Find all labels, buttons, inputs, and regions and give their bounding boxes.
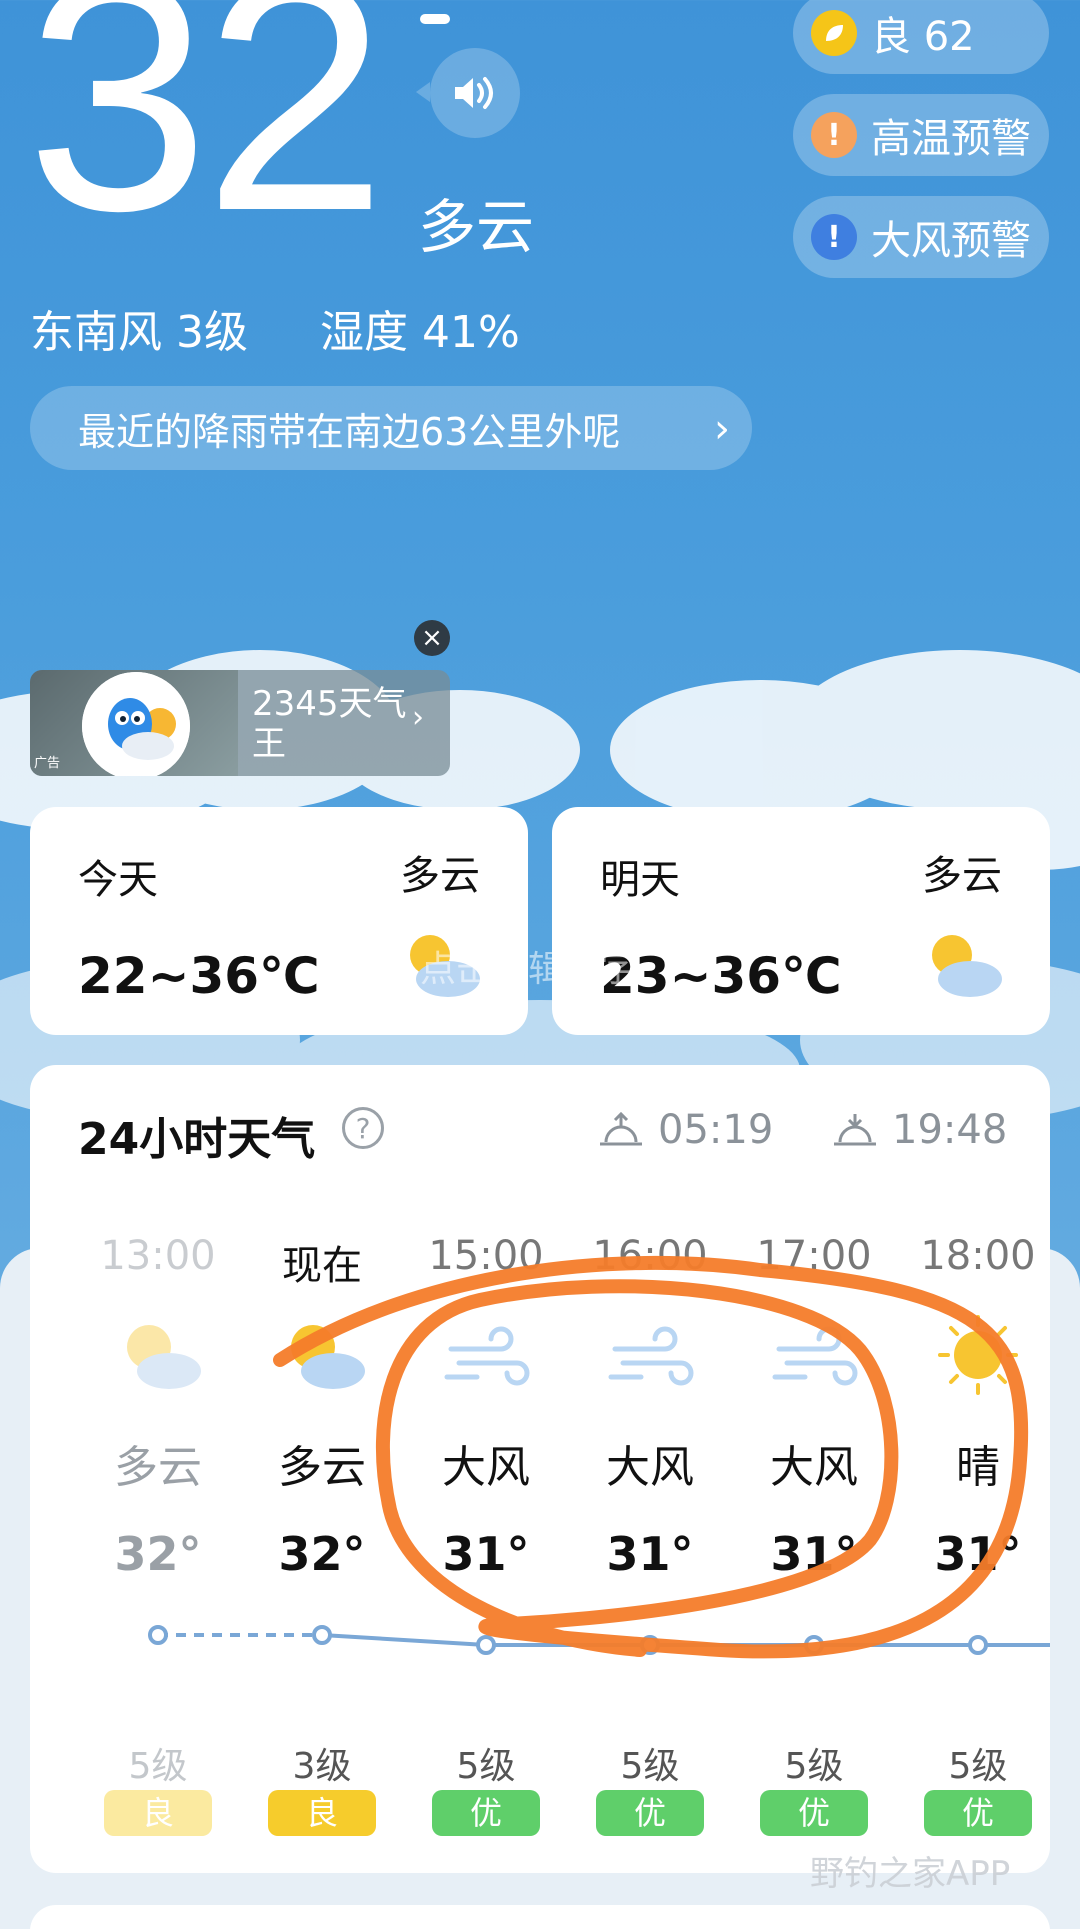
air-quality-badge[interactable]: 良 62 xyxy=(793,0,1049,74)
air-quality-chip: 优 xyxy=(596,1790,704,1836)
sunrise-icon xyxy=(600,1112,642,1146)
hour-temperature: 32° xyxy=(114,1527,202,1581)
wind-warning-badge[interactable]: ! 大风预警 xyxy=(793,196,1049,278)
hour-wind-level: 5级 xyxy=(456,1746,516,1787)
today-range: 22~36℃ xyxy=(78,947,320,1005)
edit-text-watermark: 点击编辑文字 xyxy=(420,949,637,990)
hour-condition: 大风 xyxy=(770,1442,858,1493)
hour-wind-level: 3级 xyxy=(292,1746,352,1787)
temperature-point xyxy=(312,1625,332,1645)
hour-time: 17:00 xyxy=(756,1233,872,1279)
today-condition: 多云 xyxy=(400,853,480,899)
wind-icon xyxy=(568,1315,732,1395)
temperature-point xyxy=(476,1635,496,1655)
air-quality-chip: 优 xyxy=(924,1790,1032,1836)
speaker-button[interactable] xyxy=(416,48,520,138)
hourly-forecast-card: 24小时天气 ? 05:19 19:48 13:00 多云 32° 5级良现在 多云 32… xyxy=(30,1065,1050,1873)
hour-wind-level: 5级 xyxy=(620,1746,680,1787)
hour-temperature: 31° xyxy=(606,1527,694,1581)
sunset: 19:48 xyxy=(832,1107,1007,1153)
current-temperature: 32 xyxy=(26,0,387,279)
sunrise: 05:19 xyxy=(598,1107,773,1153)
degree-symbol xyxy=(420,14,450,24)
current-condition: 多云 xyxy=(418,193,535,261)
high-temp-warning-label: 高温预警 xyxy=(871,116,1031,162)
wind-text: 东南风 3级 xyxy=(30,307,248,358)
temperature-line xyxy=(321,1633,1050,1647)
chevron-right-icon: › xyxy=(714,406,730,452)
hour-condition: 大风 xyxy=(606,1442,694,1493)
leaf-icon xyxy=(811,10,857,56)
chevron-right-icon: › xyxy=(412,700,424,735)
tomorrow-range: 23~36℃ xyxy=(600,947,842,1005)
temperature-point xyxy=(968,1635,988,1655)
sunset-time: 19:48 xyxy=(892,1107,1008,1153)
hour-wind-level: 5级 xyxy=(948,1746,1008,1787)
today-label: 今天 xyxy=(78,857,158,903)
sunset-icon xyxy=(834,1114,876,1146)
hour-condition: 多云 xyxy=(114,1442,202,1493)
hour-condition: 多云 xyxy=(278,1442,366,1493)
sun-icon xyxy=(896,1315,1060,1395)
app-watermark: 野钓之家APP xyxy=(810,1854,1011,1894)
hour-time: 13:00 xyxy=(100,1233,216,1279)
high-temp-warning-badge[interactable]: ! 高温预警 xyxy=(793,94,1049,176)
wind-icon xyxy=(732,1315,896,1395)
ad-close-button[interactable]: × xyxy=(414,620,450,656)
rain-notice-text: 最近的降雨带在南边63公里外呢 xyxy=(78,409,621,454)
hour-temperature: 32° xyxy=(278,1527,366,1581)
ad-tag: 广告 xyxy=(34,756,61,771)
wind-humidity-row: 东南风 3级 湿度 41% xyxy=(30,296,578,360)
rain-notice-button[interactable]: 最近的降雨带在南边63公里外呢 › xyxy=(30,386,752,470)
air-quality-chip: 良 xyxy=(268,1790,376,1836)
wind-icon xyxy=(404,1315,568,1395)
temperature-point xyxy=(640,1635,660,1655)
help-icon[interactable]: ? xyxy=(342,1107,384,1149)
hour-wind-level: 5级 xyxy=(128,1746,188,1787)
wind-warning-label: 大风预警 xyxy=(871,218,1031,264)
speaker-icon xyxy=(455,77,493,109)
hour-temperature: 31° xyxy=(770,1527,858,1581)
ad-title: 2345天气王 xyxy=(252,684,407,764)
partly-cloudy-icon xyxy=(932,935,1002,997)
today-card[interactable]: 今天 多云 22~36℃ xyxy=(30,807,528,1035)
exclamation-icon: ! xyxy=(811,112,857,158)
temperature-point xyxy=(804,1635,824,1655)
hour-time: 15:00 xyxy=(428,1233,544,1279)
ad-logo xyxy=(82,672,190,776)
temperature-point xyxy=(148,1625,168,1645)
air-quality-chip: 良 xyxy=(104,1790,212,1836)
sunrise-time: 05:19 xyxy=(658,1107,774,1153)
ad-banner[interactable]: 广告 2345天气王 › xyxy=(30,670,450,776)
tomorrow-label: 明天 xyxy=(600,857,680,903)
partly-cloudy-icon xyxy=(76,1315,240,1395)
hourly-title: 24小时天气 xyxy=(78,1114,316,1165)
humidity-text: 湿度 41% xyxy=(319,307,520,358)
air-quality-label: 良 62 xyxy=(871,14,975,60)
partly-cloudy-icon xyxy=(240,1315,404,1395)
hour-wind-level: 5级 xyxy=(784,1746,844,1787)
tomorrow-card[interactable]: 明天 多云 23~36℃ xyxy=(552,807,1050,1035)
hour-time: 现在 xyxy=(282,1243,362,1289)
hour-condition: 晴 xyxy=(956,1442,1000,1493)
air-quality-chip: 优 xyxy=(760,1790,868,1836)
hour-condition: 大风 xyxy=(442,1442,530,1493)
hour-temperature: 31° xyxy=(442,1527,530,1581)
next-card xyxy=(30,1905,1050,1929)
hour-time: 18:00 xyxy=(920,1233,1036,1279)
hour-time: 16:00 xyxy=(592,1233,708,1279)
tomorrow-condition: 多云 xyxy=(922,853,1002,899)
exclamation-icon: ! xyxy=(811,214,857,260)
hour-temperature: 31° xyxy=(934,1527,1022,1581)
air-quality-chip: 优 xyxy=(432,1790,540,1836)
